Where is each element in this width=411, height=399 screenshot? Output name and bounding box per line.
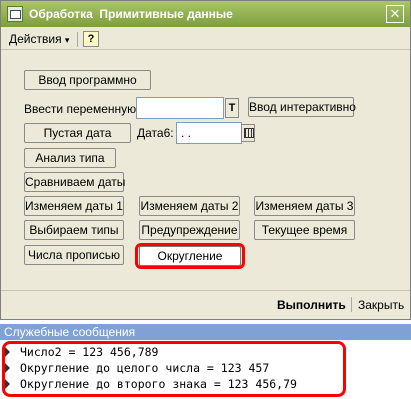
choose-types-button[interactable]: Выбираем типы xyxy=(24,220,124,240)
date6-label: Дата6: xyxy=(137,126,174,140)
window-title: Обработка Примитивные данные xyxy=(29,7,233,21)
window-icon xyxy=(7,6,23,22)
warning-button[interactable]: Предупреждение xyxy=(139,220,240,240)
input-programmatic-button[interactable]: Ввод программно xyxy=(24,70,151,90)
calendar-icon[interactable] xyxy=(241,124,255,142)
rounding-highlight-frame xyxy=(135,243,245,269)
compare-dates-button[interactable]: Сравниваем даты xyxy=(24,172,125,192)
close-window-button[interactable]: ✕ xyxy=(386,5,404,23)
actions-menu[interactable]: Действия ▾ xyxy=(9,32,69,46)
messages-panel-header: Служебные сообщения xyxy=(0,324,411,340)
processing-window: Обработка Примитивные данные ✕ Действия … xyxy=(0,0,411,320)
input-interactive-button[interactable]: Ввод интерактивно xyxy=(248,97,356,117)
footer-separator xyxy=(351,297,352,312)
run-button[interactable]: Выполнить xyxy=(277,298,346,312)
actions-menu-label: Действия xyxy=(9,32,62,46)
variable-input[interactable] xyxy=(136,97,224,119)
close-button[interactable]: Закрыть xyxy=(358,298,404,312)
help-button[interactable]: ? xyxy=(83,31,99,47)
title-bar: Обработка Примитивные данные ✕ xyxy=(1,1,410,27)
current-time-button[interactable]: Текущее время xyxy=(254,220,355,240)
numbers-in-words-button[interactable]: Числа прописью xyxy=(24,245,124,265)
empty-date-button[interactable]: Пустая дата xyxy=(24,123,131,143)
messages-highlight-frame xyxy=(2,341,346,397)
type-analysis-button[interactable]: Анализ типа xyxy=(24,148,116,168)
enter-variable-label: Ввести переменную: xyxy=(24,102,140,116)
menu-bar: Действия ▾ ? xyxy=(1,28,410,50)
change-dates-1-button[interactable]: Изменяем даты 1 xyxy=(24,196,124,216)
type-select-button[interactable]: T xyxy=(225,98,239,118)
menu-separator xyxy=(77,32,78,47)
date6-input[interactable]: . . xyxy=(176,122,242,144)
change-dates-3-button[interactable]: Изменяем даты 3 xyxy=(254,196,355,216)
footer-divider xyxy=(1,290,410,291)
chevron-down-icon: ▾ xyxy=(64,35,70,45)
change-dates-2-button[interactable]: Изменяем даты 2 xyxy=(139,196,240,216)
